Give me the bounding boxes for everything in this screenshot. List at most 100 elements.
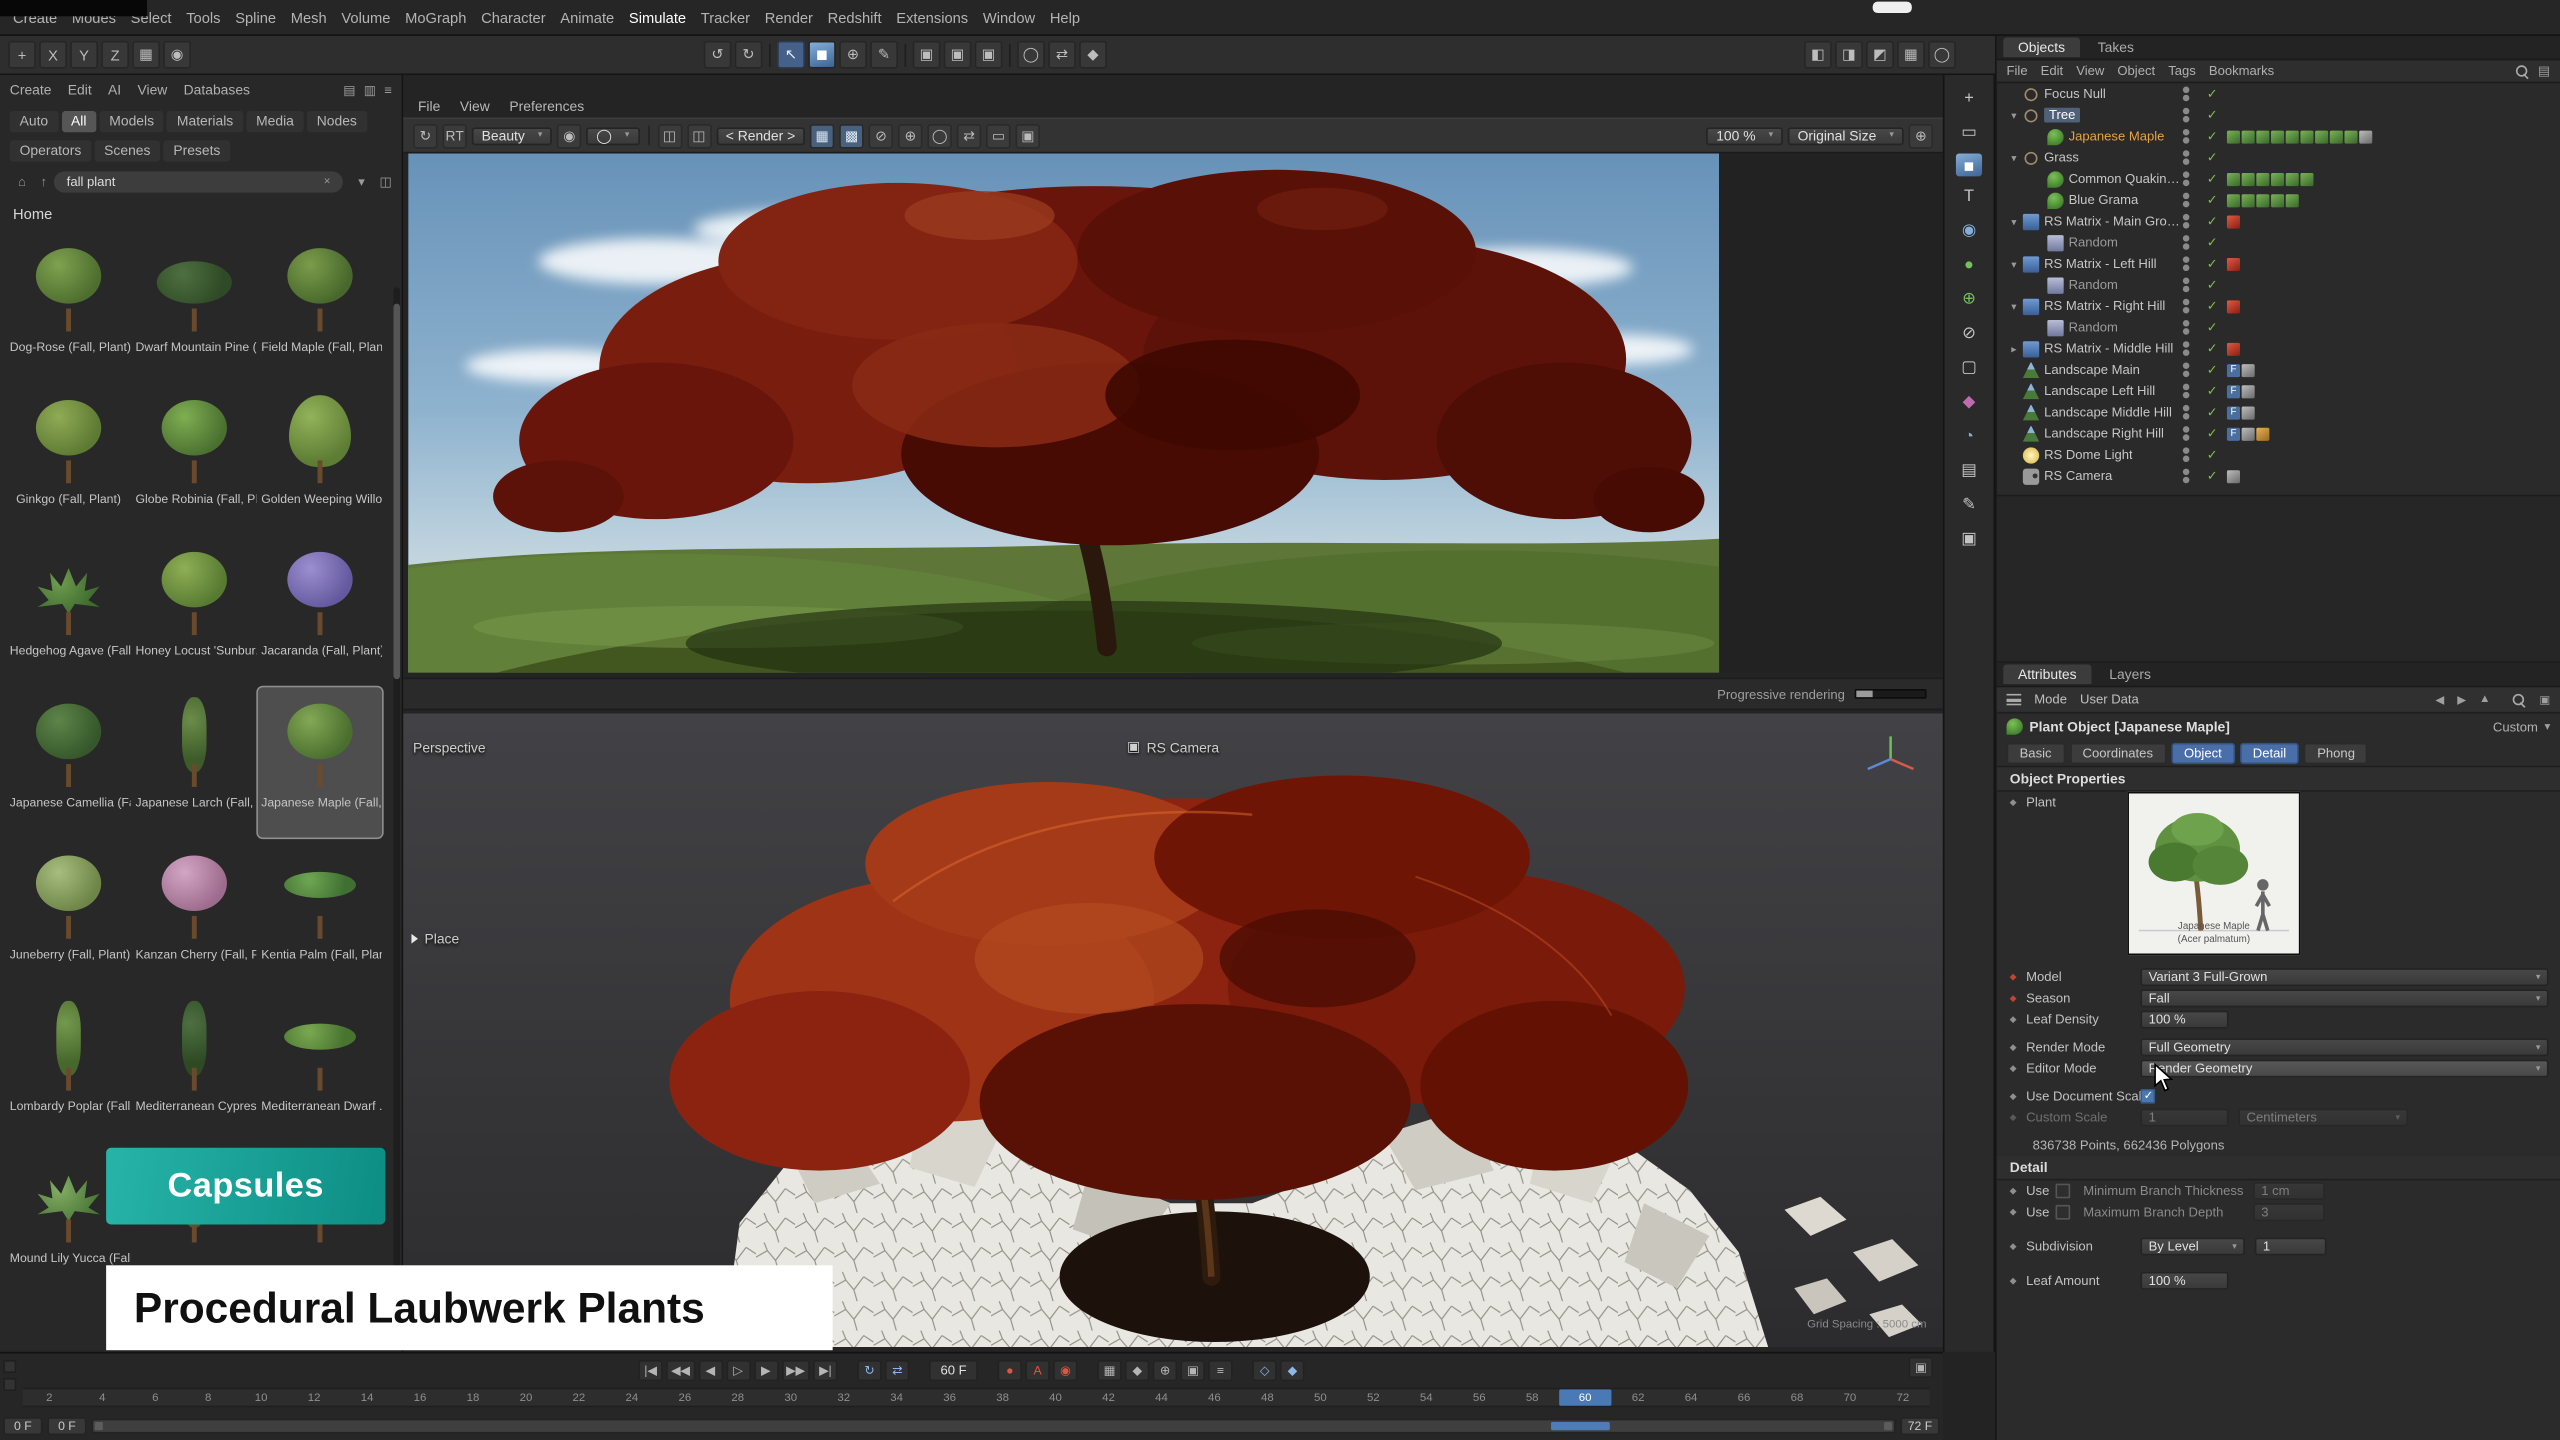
enabled-check-icon[interactable] bbox=[2202, 384, 2222, 399]
menu-item[interactable]: Window bbox=[983, 9, 1035, 25]
menu-item[interactable]: Character bbox=[481, 9, 546, 25]
tab-coordinates[interactable]: Coordinates bbox=[2069, 742, 2166, 763]
next-frame-button[interactable]: ▶ bbox=[753, 1359, 777, 1380]
visibility-dots-icon[interactable] bbox=[2181, 319, 2191, 335]
material-chip[interactable] bbox=[2286, 130, 2299, 143]
back-arrow-icon[interactable]: ◀ bbox=[2435, 693, 2444, 706]
object-tree-item[interactable]: Random bbox=[1997, 317, 2560, 338]
fracture-tag-icon[interactable]: F bbox=[2227, 384, 2240, 397]
rt-button[interactable]: RT bbox=[442, 123, 466, 147]
add-cube-icon[interactable]: ◼ bbox=[808, 41, 836, 69]
lock-icon[interactable]: ▣ bbox=[2539, 693, 2550, 706]
tab-layers[interactable]: Layers bbox=[2095, 664, 2166, 684]
anim-dot-icon[interactable]: ◆ bbox=[2007, 1186, 2020, 1196]
viewport-menu-item[interactable]: Preferences bbox=[509, 97, 584, 113]
renderpass-dropdown[interactable]: Beauty▾ bbox=[472, 127, 552, 145]
panel-menu-icon[interactable]: ≡ bbox=[384, 82, 392, 97]
tab-media[interactable]: Media bbox=[246, 110, 303, 131]
asset-item[interactable]: Kentia Palm (Fall, Plant) bbox=[258, 839, 382, 989]
tag-chip[interactable] bbox=[2359, 130, 2372, 143]
tab-basic[interactable]: Basic bbox=[2007, 742, 2065, 763]
render-picture-icon[interactable]: ▣ bbox=[944, 41, 972, 69]
camera-tool-icon[interactable]: ▤ bbox=[1953, 457, 1986, 485]
visibility-dots-icon[interactable] bbox=[2181, 86, 2191, 102]
visibility-dots-icon[interactable] bbox=[2181, 468, 2191, 484]
object-tree-item[interactable]: Tree bbox=[1997, 104, 2560, 125]
material-chip[interactable] bbox=[2256, 193, 2269, 206]
object-tree-item[interactable]: Landscape MainF bbox=[1997, 359, 2560, 380]
add-cube-icon[interactable]: ◼ bbox=[1956, 153, 1982, 176]
menu-item[interactable]: MoGraph bbox=[405, 9, 466, 25]
menu-item[interactable]: Render bbox=[765, 9, 813, 25]
preset-menu-icon[interactable]: ▾ bbox=[2544, 720, 2550, 733]
preview-range-slider[interactable] bbox=[91, 1418, 1895, 1433]
asset-menu-item[interactable]: AI bbox=[108, 82, 121, 98]
stack-icon[interactable]: ▣ bbox=[1016, 123, 1040, 147]
phong-tag-icon[interactable] bbox=[2242, 406, 2255, 419]
asset-menu-item[interactable]: Create bbox=[10, 82, 52, 98]
key-scale-button[interactable]: ◆ bbox=[1125, 1359, 1149, 1380]
key-position-button[interactable]: ▦ bbox=[1097, 1359, 1121, 1380]
material-chip[interactable] bbox=[2242, 172, 2255, 185]
min-branch-checkbox[interactable] bbox=[2056, 1184, 2071, 1199]
object-tree-item[interactable]: RS Matrix - Right Hill bbox=[1997, 296, 2560, 317]
plant-preview-image[interactable]: Japanese Maple (Acer palmatum) bbox=[2127, 792, 2300, 955]
enabled-check-icon[interactable] bbox=[2202, 129, 2222, 144]
visibility-dots-icon[interactable] bbox=[2181, 171, 2191, 187]
target-icon[interactable]: ⊕ bbox=[898, 123, 922, 147]
object-menu-item[interactable]: File bbox=[2007, 64, 2028, 79]
object-tree-item[interactable]: Random bbox=[1997, 232, 2560, 253]
clock-icon[interactable]: ◔ bbox=[1953, 423, 1986, 451]
search-icon[interactable] bbox=[2513, 693, 2526, 706]
object-tree-item[interactable]: Japanese Maple bbox=[1997, 126, 2560, 147]
asset-item[interactable]: Japanese Camellia (Fal... bbox=[7, 687, 131, 837]
exchange-icon[interactable]: ⇄ bbox=[1048, 41, 1076, 69]
isolate-icon[interactable]: ⊘ bbox=[869, 123, 893, 147]
asset-item[interactable]: Juneberry (Fall, Plant) bbox=[7, 839, 131, 989]
tab-object[interactable]: Object bbox=[2171, 742, 2235, 763]
menu-item[interactable]: Redshift bbox=[828, 9, 882, 25]
undo-icon[interactable]: ↺ bbox=[704, 41, 732, 69]
checker-icon[interactable]: ▩ bbox=[839, 123, 863, 147]
axis-x-button[interactable]: X bbox=[39, 41, 67, 69]
expand-arrow-icon[interactable] bbox=[2007, 215, 2022, 228]
layout-left-icon[interactable]: ◧ bbox=[1804, 41, 1832, 69]
tab-materials[interactable]: Materials bbox=[167, 110, 243, 131]
enabled-check-icon[interactable] bbox=[2202, 320, 2222, 335]
menu-item[interactable]: Spline bbox=[235, 9, 276, 25]
bounds-icon[interactable]: ▢ bbox=[1953, 354, 1986, 382]
visibility-dots-icon[interactable] bbox=[2181, 447, 2191, 463]
visibility-dots-icon[interactable] bbox=[2181, 404, 2191, 420]
expand-arrow-icon[interactable] bbox=[2007, 257, 2022, 270]
visibility-dots-icon[interactable] bbox=[2181, 340, 2191, 356]
asset-item[interactable]: Japanese Larch (Fall, ... bbox=[132, 687, 256, 837]
leaf-amount-input[interactable]: 100 % bbox=[2140, 1272, 2228, 1290]
object-tree-item[interactable]: RS Dome Light bbox=[1997, 444, 2560, 465]
render-mode-dropdown[interactable]: Full Geometry▾ bbox=[2140, 1038, 2548, 1056]
grid-icon[interactable]: ▦ bbox=[810, 123, 834, 147]
object-menu-item[interactable]: Tags bbox=[2168, 64, 2196, 79]
size-dropdown[interactable]: Original Size▾ bbox=[1788, 127, 1904, 145]
season-dropdown[interactable]: Fall▾ bbox=[2140, 989, 2548, 1007]
asset-item[interactable]: Mediterranean Dwarf ... bbox=[258, 991, 382, 1141]
material-chip[interactable] bbox=[2242, 130, 2255, 143]
current-frame-marker[interactable] bbox=[1552, 1421, 1610, 1429]
anim-dot-icon[interactable]: ◆ bbox=[2007, 1091, 2020, 1101]
material-chip[interactable] bbox=[2286, 172, 2299, 185]
filter-icon[interactable]: ▾ bbox=[358, 174, 365, 189]
range-current-field[interactable]: 0 F bbox=[47, 1416, 86, 1434]
region-icon[interactable]: ◯ bbox=[927, 123, 951, 147]
visibility-dots-icon[interactable] bbox=[2181, 213, 2191, 229]
prev-frame-button[interactable]: ◀ bbox=[698, 1359, 722, 1380]
expand-timeline-icon[interactable]: ▣ bbox=[1909, 1357, 1933, 1378]
grid-view-icon[interactable]: ▤ bbox=[343, 82, 355, 97]
camera-label[interactable]: ▣RS Camera bbox=[1127, 738, 1219, 756]
enabled-check-icon[interactable] bbox=[2202, 447, 2222, 462]
enabled-check-icon[interactable] bbox=[2202, 278, 2222, 293]
swap-icon[interactable]: ⇄ bbox=[957, 123, 981, 147]
compare-b-icon[interactable]: ◫ bbox=[687, 123, 711, 147]
object-tree-item[interactable]: Common Quaking Grass bbox=[1997, 168, 2560, 189]
move-icon[interactable]: + bbox=[8, 41, 36, 69]
pen-icon[interactable]: ✎ bbox=[1953, 491, 1986, 519]
filter-list-icon[interactable]: ▤ bbox=[2538, 64, 2550, 79]
